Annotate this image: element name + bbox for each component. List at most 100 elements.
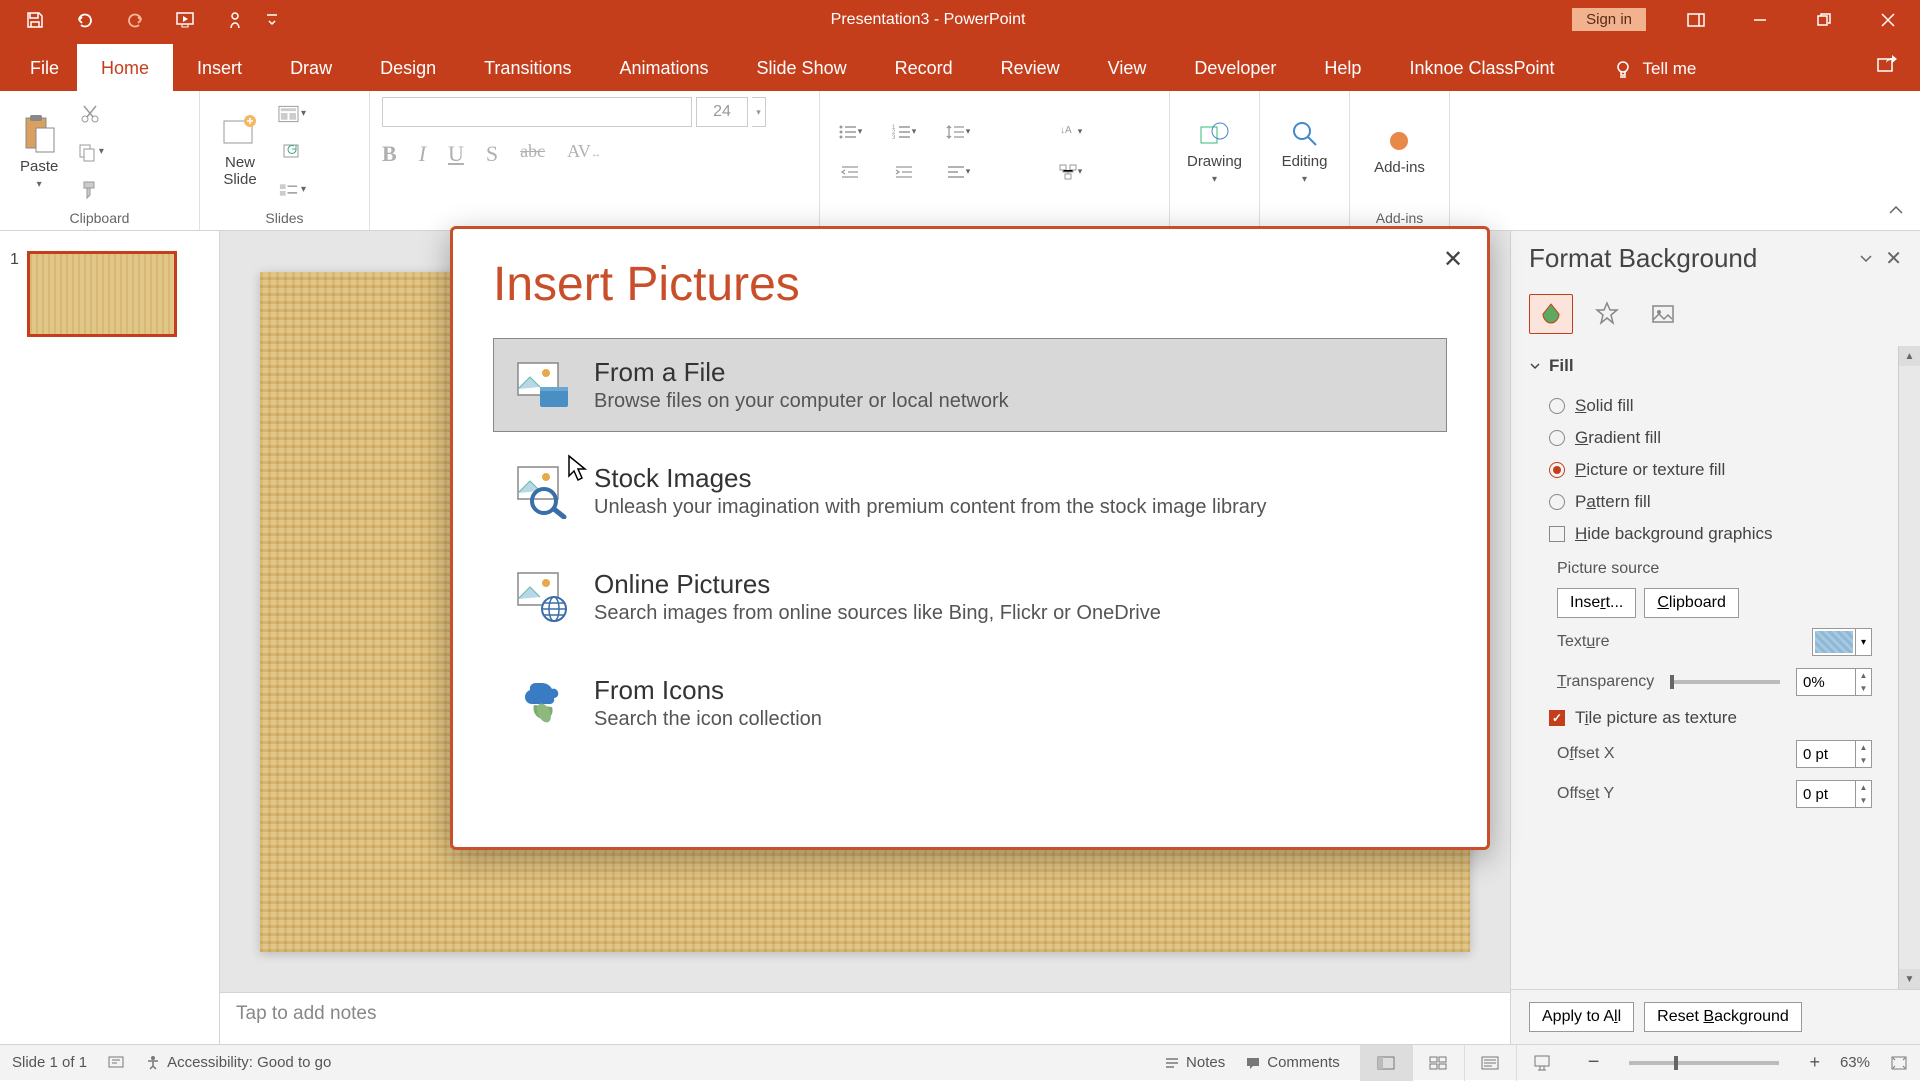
slide-thumbnail-1[interactable] (27, 251, 177, 337)
decrease-indent-button[interactable] (832, 159, 868, 185)
qat-customize-button[interactable] (260, 1, 284, 39)
picture-category-icon[interactable] (1641, 294, 1685, 334)
pane-close-button[interactable]: ✕ (1885, 246, 1902, 271)
strikethrough-button[interactable]: abc (520, 141, 545, 167)
zoom-level[interactable]: 63% (1840, 1054, 1870, 1071)
texture-select[interactable]: ▾ (1812, 628, 1872, 656)
undo-button[interactable] (60, 1, 110, 39)
normal-view-button[interactable] (1360, 1045, 1412, 1081)
tab-classpoint[interactable]: Inknoe ClassPoint (1385, 44, 1578, 91)
notes-pane[interactable]: Tap to add notes (220, 992, 1510, 1044)
cut-button[interactable] (76, 102, 104, 126)
increase-indent-button[interactable] (886, 159, 922, 185)
title-bar: Presentation3 - PowerPoint Sign in (0, 0, 1920, 39)
tab-review[interactable]: Review (977, 44, 1084, 91)
addins-button[interactable]: Add-ins (1366, 123, 1433, 180)
section-button[interactable]: ▾ (278, 178, 306, 202)
zoom-in-button[interactable]: + (1809, 1052, 1820, 1073)
drawing-button[interactable]: Drawing ▾ (1179, 115, 1250, 189)
tab-animations[interactable]: Animations (595, 44, 732, 91)
picture-fill-radio[interactable]: Picture or texture fill (1549, 454, 1880, 486)
transparency-slider[interactable] (1670, 680, 1780, 684)
pattern-fill-radio[interactable]: Pattern fill (1549, 486, 1880, 518)
scroll-down-button[interactable]: ▼ (1899, 969, 1920, 989)
fill-category-icon[interactable] (1529, 294, 1573, 334)
tab-draw[interactable]: Draw (266, 44, 356, 91)
new-slide-button[interactable]: New Slide (212, 111, 268, 192)
close-button[interactable] (1856, 1, 1920, 39)
zoom-slider[interactable] (1629, 1061, 1779, 1065)
align-button[interactable]: ▾ (940, 159, 976, 185)
pane-options-button[interactable] (1859, 250, 1873, 268)
bold-button[interactable]: B (382, 141, 397, 167)
format-painter-button[interactable] (76, 178, 104, 202)
smartart-button[interactable]: ▾ (1052, 159, 1088, 185)
zoom-out-button[interactable]: − (1588, 1051, 1600, 1074)
gradient-fill-radio[interactable]: Gradient fill (1549, 422, 1880, 454)
sign-in-button[interactable]: Sign in (1572, 8, 1646, 31)
ribbon-display-options-button[interactable] (1664, 1, 1728, 39)
fill-section-header[interactable]: Fill (1511, 346, 1898, 386)
shadow-button[interactable]: S (486, 141, 498, 167)
pane-scrollbar[interactable]: ▲ ▼ (1898, 346, 1920, 989)
text-direction-button[interactable]: ↓A▾ (1052, 119, 1088, 145)
font-size-dropdown[interactable]: ▾ (752, 97, 766, 127)
insert-picture-button[interactable]: Insert... (1557, 588, 1636, 618)
slideshow-view-button[interactable] (1516, 1045, 1568, 1081)
offset-y-spinner[interactable]: 0 pt▲▼ (1796, 780, 1872, 808)
slide[interactable] (260, 272, 1470, 952)
numbering-button[interactable]: 123▾ (886, 119, 922, 145)
tab-home[interactable]: Home (77, 44, 173, 91)
reset-button[interactable] (278, 140, 306, 164)
tab-record[interactable]: Record (871, 44, 977, 91)
tab-file[interactable]: File (12, 44, 77, 91)
minimize-button[interactable] (1728, 1, 1792, 39)
maximize-button[interactable] (1792, 1, 1856, 39)
line-spacing-button[interactable]: ▾ (940, 119, 976, 145)
bullets-button[interactable]: ▾ (832, 119, 868, 145)
scroll-up-button[interactable]: ▲ (1899, 346, 1920, 366)
paste-button[interactable]: Paste ▾ (12, 110, 66, 194)
tell-me-search[interactable]: Tell me (1589, 45, 1721, 91)
effects-category-icon[interactable] (1585, 294, 1629, 334)
offset-y-label: Offset Y (1557, 785, 1614, 803)
slide-canvas[interactable] (220, 231, 1510, 992)
hide-bg-checkbox[interactable]: Hide background graphics (1549, 518, 1880, 550)
tab-design[interactable]: Design (356, 44, 460, 91)
collapse-ribbon-button[interactable] (1888, 204, 1904, 222)
clipboard-picture-button[interactable]: Clipboard (1644, 588, 1739, 618)
font-size-select[interactable]: 24 (696, 97, 748, 127)
char-spacing-button[interactable]: AV↔ (567, 141, 601, 167)
transparency-spinner[interactable]: 0%▲▼ (1796, 668, 1872, 696)
font-name-select[interactable] (382, 97, 692, 127)
redo-button[interactable] (110, 1, 160, 39)
tab-help[interactable]: Help (1300, 44, 1385, 91)
start-from-beginning-button[interactable] (160, 1, 210, 39)
layout-button[interactable]: ▾ (278, 102, 306, 126)
comments-toggle[interactable]: Comments (1245, 1054, 1340, 1071)
fit-to-window-button[interactable] (1890, 1055, 1908, 1071)
apply-to-all-button[interactable]: Apply to All (1529, 1002, 1634, 1032)
reading-view-button[interactable] (1464, 1045, 1516, 1081)
tile-checkbox[interactable]: Tile picture as texture (1549, 702, 1880, 734)
accessibility-status[interactable]: Accessibility: Good to go (145, 1054, 331, 1071)
slide-count[interactable]: Slide 1 of 1 (12, 1054, 87, 1071)
language-button[interactable] (107, 1055, 125, 1071)
italic-button[interactable]: I (419, 141, 426, 167)
share-button[interactable] (1876, 55, 1898, 80)
tab-slide-show[interactable]: Slide Show (733, 44, 871, 91)
tab-transitions[interactable]: Transitions (460, 44, 595, 91)
tab-insert[interactable]: Insert (173, 44, 266, 91)
tab-developer[interactable]: Developer (1170, 44, 1300, 91)
solid-fill-radio[interactable]: Solid fill (1549, 390, 1880, 422)
editing-button[interactable]: Editing ▾ (1274, 115, 1336, 189)
tab-view[interactable]: View (1084, 44, 1171, 91)
save-button[interactable] (10, 1, 60, 39)
touch-mode-button[interactable] (210, 1, 260, 39)
copy-button[interactable]: ▾ (76, 140, 104, 164)
slide-sorter-button[interactable] (1412, 1045, 1464, 1081)
reset-background-button[interactable]: Reset Background (1644, 1002, 1802, 1032)
notes-toggle[interactable]: Notes (1164, 1054, 1225, 1071)
offset-x-spinner[interactable]: 0 pt▲▼ (1796, 740, 1872, 768)
underline-button[interactable]: U (448, 141, 464, 167)
